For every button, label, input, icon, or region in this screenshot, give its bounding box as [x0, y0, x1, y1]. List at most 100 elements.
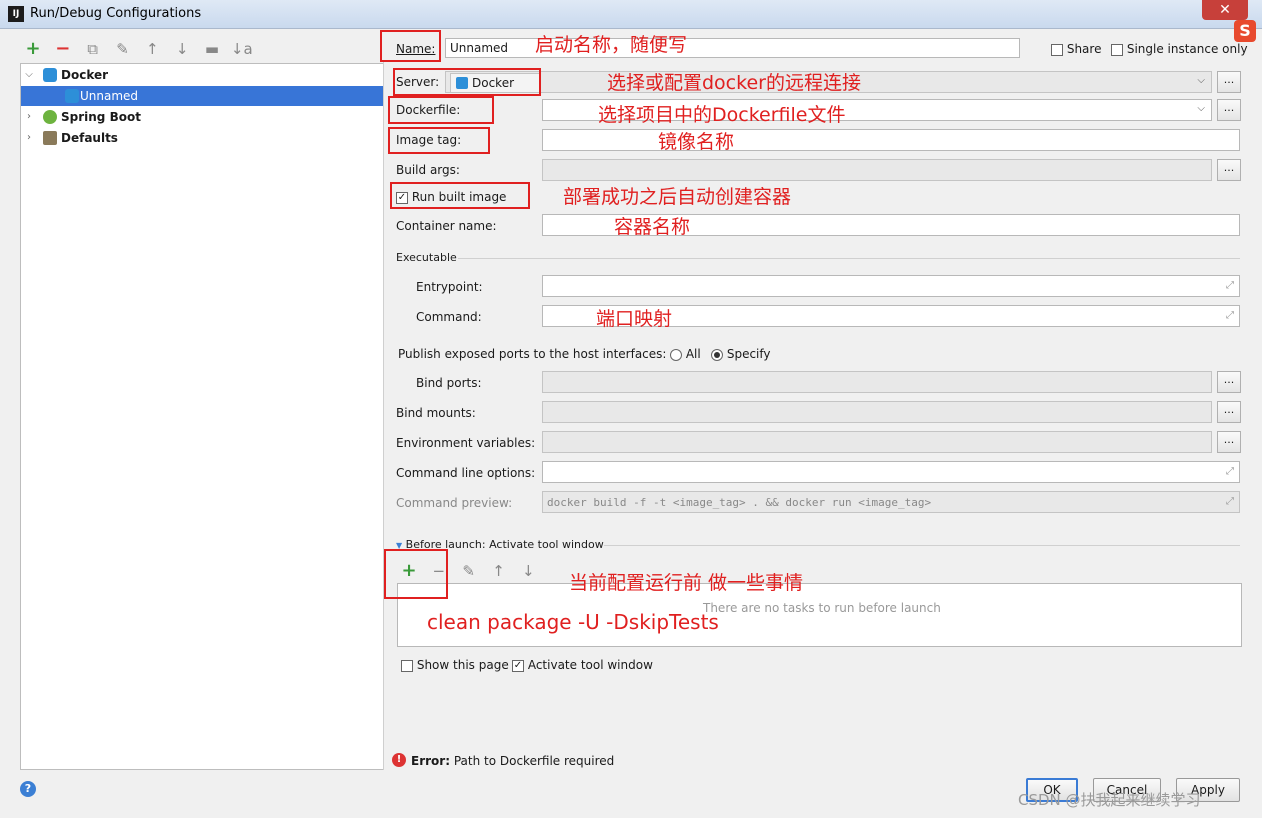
build-args-browse-button[interactable]: ... [1217, 159, 1241, 181]
container-name-label: Container name: [396, 219, 497, 233]
publish-specify-label: Specify [726, 347, 771, 361]
add-config-icon[interactable]: + [22, 38, 44, 60]
bind-ports-input[interactable] [542, 371, 1212, 393]
activate-tool-group[interactable]: ✓ Activate tool window [512, 658, 653, 672]
annotation-before-launch: 当前配置运行前 做一些事情 [569, 572, 804, 594]
bind-mounts-browse-button[interactable]: ... [1217, 401, 1241, 423]
server-browse-button[interactable]: ... [1217, 71, 1241, 93]
move-up-icon[interactable]: ↑ [141, 38, 163, 60]
remove-config-icon[interactable]: − [52, 38, 74, 60]
annotation-dockerfile: 选择项目中的Dockerfile文件 [598, 104, 846, 126]
tree-item-label: Defaults [61, 131, 118, 145]
annotation-box-add-task [384, 549, 448, 599]
annotation-server: 选择或配置docker的远程连接 [607, 72, 861, 94]
annotation-run-built: 部署成功之后自动创建容器 [563, 186, 792, 208]
single-instance-label: Single instance only [1126, 42, 1248, 56]
intellij-app-icon: IJ [8, 6, 24, 22]
publish-all-label: All [685, 347, 701, 361]
single-instance-checkbox[interactable] [1111, 43, 1123, 56]
task-up-icon[interactable]: ↑ [487, 560, 509, 582]
entrypoint-input[interactable]: ⤢ [542, 275, 1240, 297]
bind-ports-browse-button[interactable]: ... [1217, 371, 1241, 393]
bind-mounts-label: Bind mounts: [396, 406, 476, 420]
image-tag-input[interactable] [542, 129, 1240, 151]
annotation-box-image-tag [388, 127, 490, 154]
annotation-container: 容器名称 [614, 216, 691, 238]
chevron-right-icon[interactable]: › [23, 128, 35, 148]
publish-specify-radio-group[interactable]: Specify [711, 347, 771, 361]
chevron-down-icon[interactable]: ⌵ [23, 65, 35, 85]
move-down-icon[interactable]: ↓ [171, 38, 193, 60]
tree-item-spring-boot[interactable]: › Spring Boot [21, 107, 383, 127]
folder-icon[interactable]: ▬ [201, 38, 223, 60]
entrypoint-label: Entrypoint: [416, 280, 483, 294]
annotation-maven: clean package -U -DskipTests [427, 610, 719, 634]
annotation-box-server [393, 68, 541, 96]
tree-item-unnamed[interactable]: Unnamed [21, 86, 383, 106]
error-icon: ! [392, 753, 406, 767]
cmd-options-input[interactable]: ⤢ [542, 461, 1240, 483]
close-window-button[interactable]: ✕ [1202, 0, 1248, 20]
name-input[interactable]: Unnamed [445, 38, 1020, 58]
chevron-down-icon: ⌵ [1197, 103, 1205, 114]
task-down-icon[interactable]: ↓ [517, 560, 539, 582]
bind-ports-label: Bind ports: [416, 376, 482, 390]
executable-label: Executable [396, 251, 457, 264]
error-message: Error: Path to Dockerfile required [411, 754, 614, 768]
edit-defaults-icon[interactable]: ✎ [111, 38, 133, 60]
share-checkbox-group[interactable]: Share [1051, 42, 1101, 56]
sort-icon[interactable]: ↓a [231, 38, 253, 60]
cmd-preview-label: Command preview: [396, 496, 513, 510]
chevron-right-icon[interactable]: › [23, 107, 35, 127]
config-tree-toolbar: + − ⧉ ✎ ↑ ↓ ▬ ↓a [22, 38, 257, 60]
show-page-group[interactable]: Show this page [401, 658, 509, 672]
annotation-ports: 端口映射 [596, 308, 673, 330]
window-title: Run/Debug Configurations [30, 6, 202, 21]
show-page-checkbox[interactable] [401, 659, 413, 672]
command-label: Command: [416, 310, 482, 324]
error-prefix: Error: [411, 754, 450, 768]
help-button[interactable]: ? [20, 781, 36, 797]
dockerfile-browse-button[interactable]: ... [1217, 99, 1241, 121]
executable-separator [458, 258, 1240, 259]
bind-mounts-input[interactable] [542, 401, 1212, 423]
annotation-name: 启动名称，随便写 [535, 34, 688, 56]
env-vars-browse-button[interactable]: ... [1217, 431, 1241, 453]
annotation-box-dockerfile [388, 96, 494, 124]
annotation-box-name [380, 30, 441, 62]
env-vars-input[interactable] [542, 431, 1212, 453]
window-title-bar: IJ Run/Debug Configurations ✕ [0, 0, 1262, 29]
annotation-box-run-built [390, 182, 530, 209]
tree-item-docker[interactable]: ⌵ Docker [21, 65, 383, 85]
activate-tool-label: Activate tool window [527, 658, 653, 672]
ime-sogou-icon[interactable]: S [1234, 20, 1256, 42]
docker-icon [43, 68, 57, 82]
env-vars-label: Environment variables: [396, 436, 536, 450]
cmd-options-label: Command line options: [396, 466, 536, 480]
tree-item-label: Unnamed [80, 89, 139, 103]
config-tree: ⌵ Docker Unnamed › Spring Boot › Default… [20, 63, 384, 770]
expand-icon[interactable]: ⤢ [1226, 465, 1234, 479]
splitter[interactable] [383, 60, 384, 770]
copy-config-icon[interactable]: ⧉ [82, 38, 104, 60]
share-checkbox[interactable] [1051, 43, 1063, 56]
tree-item-defaults[interactable]: › Defaults [21, 128, 383, 148]
activate-tool-checkbox[interactable]: ✓ [512, 659, 524, 672]
publish-all-radio-group[interactable]: All [670, 347, 701, 361]
chevron-down-icon: ⌵ [1197, 75, 1205, 86]
expand-icon[interactable]: ⤢ [1226, 495, 1234, 509]
publish-specify-radio[interactable] [711, 348, 723, 361]
publish-all-radio[interactable] [670, 348, 682, 361]
cmd-preview-value: docker build -f -t <image_tag> . && dock… [547, 496, 932, 509]
build-args-input[interactable] [542, 159, 1212, 181]
single-instance-checkbox-group[interactable]: Single instance only [1111, 42, 1248, 56]
expand-icon[interactable]: ⤢ [1226, 279, 1234, 293]
edit-task-icon[interactable]: ✎ [458, 560, 480, 582]
before-launch-separator [604, 545, 1240, 546]
spring-boot-icon [43, 110, 57, 124]
tree-item-label: Spring Boot [61, 110, 141, 124]
cmd-preview-field: docker build -f -t <image_tag> . && dock… [542, 491, 1240, 513]
error-text: Path to Dockerfile required [453, 754, 615, 768]
annotation-image-tag: 镜像名称 [658, 131, 735, 153]
expand-icon[interactable]: ⤢ [1226, 309, 1234, 323]
